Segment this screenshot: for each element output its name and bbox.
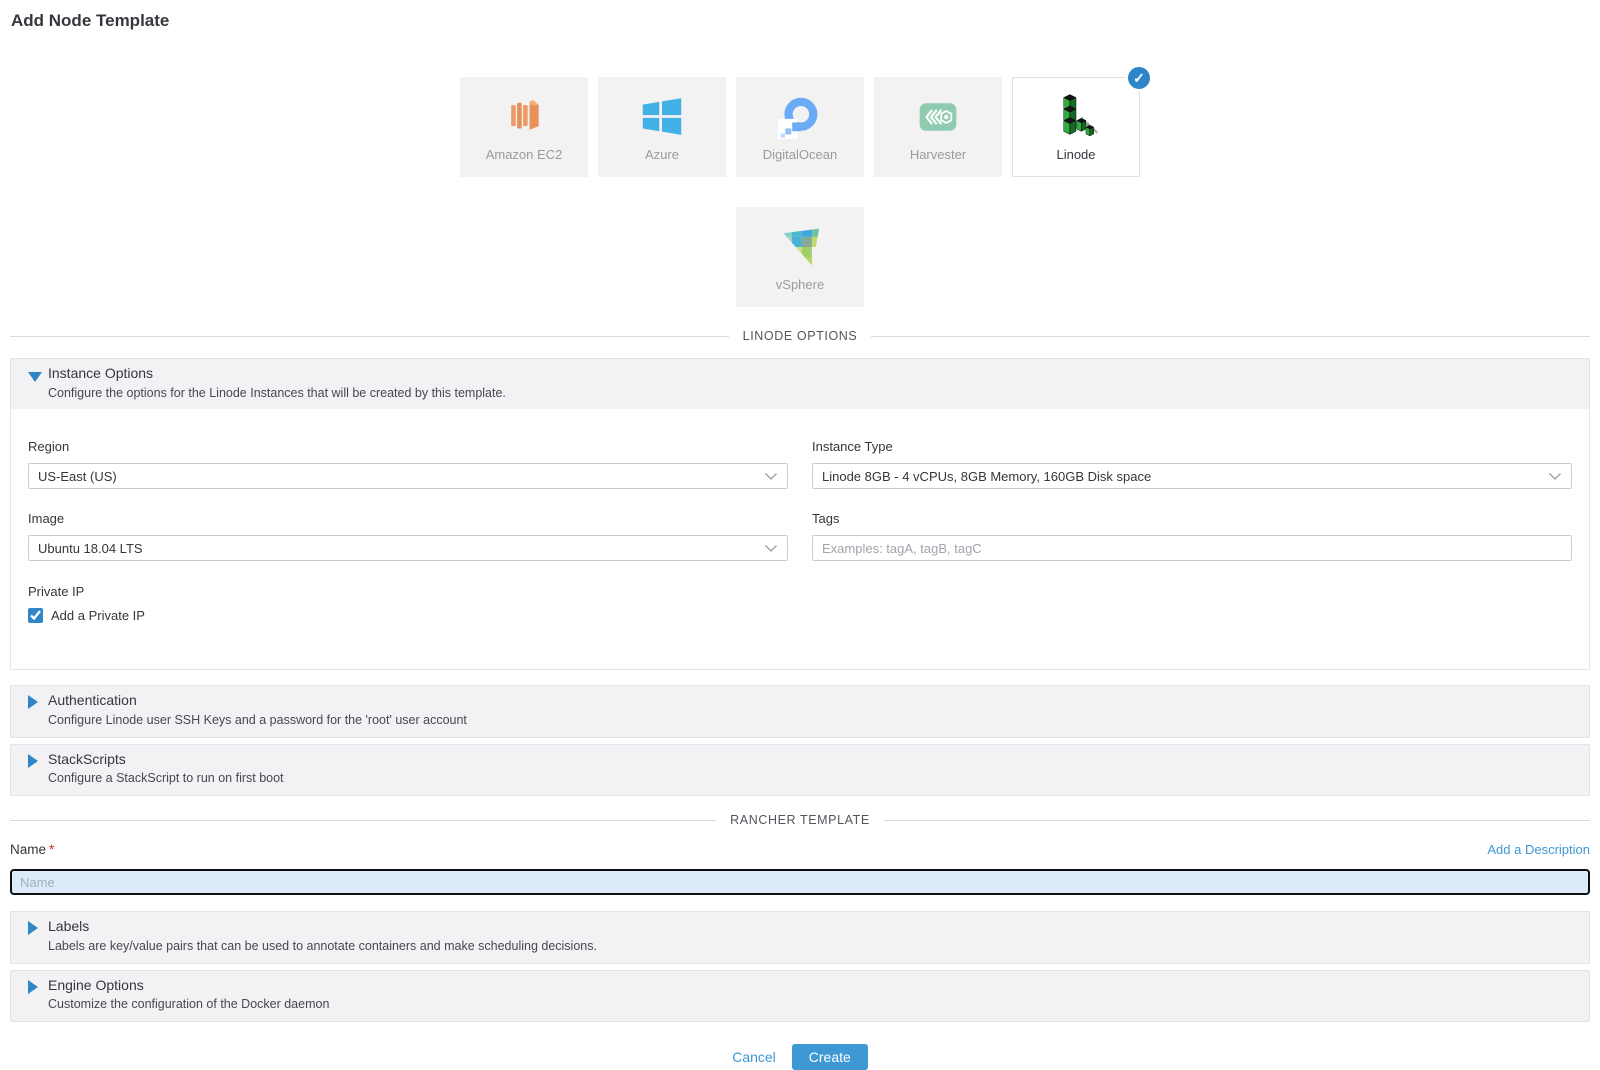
accordion-header-instance-options[interactable]: Instance Options Configure the options f… [11, 359, 1589, 409]
tags-input[interactable] [812, 535, 1572, 561]
accordion-header-engine-options[interactable]: Engine Options Customize the configurati… [11, 971, 1589, 1021]
accordion-description: Configure the options for the Linode Ins… [48, 385, 1575, 402]
accordion-description: Labels are key/value pairs that can be u… [48, 938, 1575, 955]
provider-label: vSphere [776, 278, 824, 291]
triangle-right-icon [28, 695, 38, 709]
accordion-title: Labels [48, 918, 1575, 936]
region-value: US-East (US) [38, 469, 117, 484]
add-node-template-page: Add Node Template Amazon EC2 [0, 0, 1600, 1070]
azure-icon [640, 93, 684, 139]
instance-type-select[interactable]: Linode 8GB - 4 vCPUs, 8GB Memory, 160GB … [812, 463, 1572, 489]
provider-card-harvester[interactable]: Harvester [874, 77, 1002, 177]
accordion-title: Instance Options [48, 365, 1575, 383]
cancel-button[interactable]: Cancel [732, 1049, 776, 1065]
linode-icon: linode.com [1053, 93, 1099, 139]
provider-card-azure[interactable]: Azure [598, 77, 726, 177]
region-label: Region [28, 440, 788, 453]
provider-card-vsphere[interactable]: vSphere [736, 207, 864, 307]
accordion-engine-options: Engine Options Customize the configurati… [10, 970, 1590, 1022]
provider-label: Azure [645, 148, 679, 161]
required-asterisk: * [49, 842, 54, 857]
accordion-description: Customize the configuration of the Docke… [48, 996, 1575, 1013]
accordion-header-authentication[interactable]: Authentication Configure Linode user SSH… [11, 686, 1589, 736]
provider-row-1: Amazon EC2 Azure [10, 77, 1590, 177]
accordion-header-labels[interactable]: Labels Labels are key/value pairs that c… [11, 912, 1589, 962]
accordion-description: Configure a StackScript to run on first … [48, 770, 1575, 787]
provider-card-linode[interactable]: ✓ [1012, 77, 1140, 177]
triangle-right-icon [28, 921, 38, 935]
tags-label: Tags [812, 512, 1572, 525]
accordion-stackscripts: StackScripts Configure a StackScript to … [10, 744, 1590, 796]
accordion-title: Engine Options [48, 977, 1575, 995]
image-value: Ubuntu 18.04 LTS [38, 541, 143, 556]
name-label-text: Name [10, 842, 46, 857]
provider-card-amazon-ec2[interactable]: Amazon EC2 [460, 77, 588, 177]
accordion-title: StackScripts [48, 751, 1575, 769]
accordion-authentication: Authentication Configure Linode user SSH… [10, 685, 1590, 737]
accordion-header-stackscripts[interactable]: StackScripts Configure a StackScript to … [11, 745, 1589, 795]
provider-label: DigitalOcean [763, 148, 837, 161]
add-description-link[interactable]: Add a Description [1487, 842, 1590, 857]
name-field-header: Name* Add a Description [10, 842, 1590, 857]
instance-options-body: Region US-East (US) Instance Type Linode… [11, 409, 1589, 669]
provider-label: Amazon EC2 [486, 148, 563, 161]
page-title: Add Node Template [10, 0, 1590, 31]
chevron-down-icon [1548, 472, 1562, 481]
name-label: Name* [10, 842, 54, 857]
harvester-icon [916, 93, 960, 139]
digitalocean-icon [778, 93, 822, 139]
private-ip-checkbox-row[interactable]: Add a Private IP [28, 608, 1572, 623]
amazon-ec2-icon [502, 93, 546, 139]
vsphere-icon [778, 223, 822, 269]
image-label: Image [28, 512, 788, 525]
create-button[interactable]: Create [792, 1044, 868, 1070]
provider-label: Linode [1056, 148, 1095, 161]
rancher-template-divider: RANCHER TEMPLATE [10, 813, 1590, 827]
chevron-down-icon [764, 544, 778, 553]
provider-grid: Amazon EC2 Azure [10, 77, 1590, 307]
accordion-instance-options: Instance Options Configure the options f… [10, 358, 1590, 670]
selected-check-icon: ✓ [1126, 65, 1152, 91]
triangle-right-icon [28, 754, 38, 768]
name-input[interactable] [10, 869, 1590, 895]
provider-card-digitalocean[interactable]: DigitalOcean [736, 77, 864, 177]
triangle-right-icon [28, 980, 38, 994]
accordion-labels: Labels Labels are key/value pairs that c… [10, 911, 1590, 963]
image-select[interactable]: Ubuntu 18.04 LTS [28, 535, 788, 561]
region-select[interactable]: US-East (US) [28, 463, 788, 489]
accordion-description: Configure Linode user SSH Keys and a pas… [48, 712, 1575, 729]
private-ip-label: Private IP [28, 585, 1572, 598]
linode-options-divider: LINODE OPTIONS [10, 329, 1590, 343]
accordion-title: Authentication [48, 692, 1575, 710]
chevron-down-icon [764, 472, 778, 481]
provider-label: Harvester [910, 148, 966, 161]
instance-type-value: Linode 8GB - 4 vCPUs, 8GB Memory, 160GB … [822, 469, 1151, 484]
instance-type-label: Instance Type [812, 440, 1572, 453]
private-ip-checkbox-label: Add a Private IP [51, 608, 145, 623]
private-ip-checkbox[interactable] [28, 608, 43, 623]
footer-actions: Cancel Create [10, 1044, 1590, 1070]
provider-row-2: vSphere [10, 207, 1590, 307]
triangle-down-icon [28, 372, 42, 382]
